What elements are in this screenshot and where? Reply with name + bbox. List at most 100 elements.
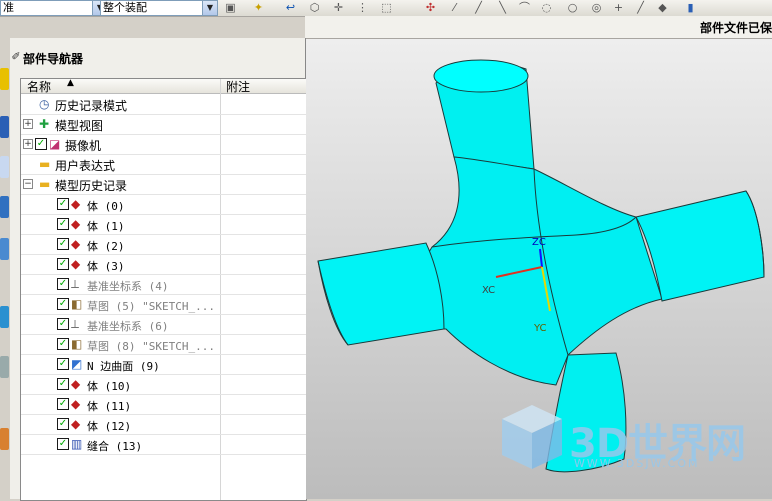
visibility-checkbox[interactable]: ✓ [57, 438, 69, 450]
tree-row-label: 草图 (5) "SKETCH_... [87, 300, 215, 313]
tree-row[interactable]: + ✓ ◪ 摄像机 [21, 134, 306, 155]
resource-tab-assembly[interactable] [0, 68, 9, 90]
line-icon[interactable]: ╱ [472, 1, 485, 14]
sketch-icon[interactable]: ✣ [424, 1, 437, 14]
assembly-scope-dropdown[interactable]: 整个装配 ▼ [100, 0, 218, 16]
line-icon[interactable]: ⁄ [448, 1, 461, 14]
pan-icon[interactable]: ⬡ [308, 1, 321, 14]
tree-row[interactable]: ✓ ◆ 体 (2) [21, 234, 306, 255]
point-icon[interactable]: ⋮ [356, 1, 369, 14]
resource-tab-history[interactable] [0, 196, 9, 218]
top-toolbar: 准 ▼ 整个装配 ▼ ▣ ✦ ↩ ⬡ ✛ ⋮ ⬚ ✣ ⁄ ╱ ╲ ⌒ ◌ ○ ◎… [0, 0, 772, 17]
tree-row[interactable]: + ✚ 模型视图 [21, 114, 306, 135]
visibility-checkbox[interactable]: ✓ [57, 238, 69, 250]
visibility-checkbox[interactable]: ✓ [57, 418, 69, 430]
n-sided-surface-icon: ◩ [71, 357, 83, 371]
visibility-checkbox[interactable]: ✓ [57, 358, 69, 370]
resource-tab-reuse[interactable] [0, 156, 9, 178]
expand-icon[interactable]: + [23, 139, 33, 149]
pin-icon[interactable]: ✐ [10, 50, 22, 63]
panel-title: 部件导航器 [23, 52, 84, 66]
tree-row[interactable]: ✓ ▥ 缝合 (13) [21, 434, 306, 455]
assembly-scope-value: 整个装配 [103, 1, 147, 14]
shade-icon[interactable]: ◆ [656, 1, 669, 14]
snap-icon[interactable]: ✛ [332, 1, 345, 14]
tree-row[interactable]: ▬ 用户表达式 [21, 154, 306, 175]
resource-tab-web[interactable] [0, 238, 9, 260]
tree-row[interactable]: ✓ ◧ 草图 (5) "SKETCH_... [21, 294, 306, 315]
tree-row[interactable]: ✓ ◆ 体 (10) [21, 374, 306, 395]
filter-dropdown[interactable]: 准 ▼ [0, 0, 108, 16]
resource-tab-roles[interactable] [0, 306, 9, 328]
tree-row[interactable]: ✓ ◆ 体 (0) [21, 194, 306, 215]
circle-icon[interactable]: ○ [566, 1, 579, 14]
layer-icon[interactable]: ▣ [224, 1, 237, 14]
arc-icon[interactable]: ╲ [496, 1, 509, 14]
tree-row-label: 体 (2) [87, 240, 125, 253]
visibility-checkbox[interactable]: ✓ [57, 338, 69, 350]
tree-row[interactable]: ✓ ◆ 体 (1) [21, 214, 306, 235]
visibility-checkbox[interactable]: ✓ [57, 378, 69, 390]
circle-icon[interactable]: ◌ [540, 1, 553, 14]
tree-row-label: 摄像机 [65, 139, 102, 153]
body-icon: ◆ [71, 237, 81, 251]
sketch-icon: ◧ [71, 337, 83, 351]
visibility-checkbox[interactable]: ✓ [57, 298, 69, 310]
status-text: 部件文件已保 [699, 21, 772, 35]
tree-row-label: 基准坐标系 (4) [87, 280, 169, 293]
resource-tab-user[interactable] [0, 428, 9, 450]
datum-csys-icon: ⟂ [71, 277, 80, 291]
select-box-icon[interactable]: ⬚ [380, 1, 393, 14]
tree-row[interactable]: ✓ ◧ 草图 (8) "SKETCH_... [21, 334, 306, 355]
body-icon: ◆ [71, 257, 81, 271]
graphics-viewport[interactable]: ZC XC YC 3D世界网 WWW.3DSJW.COM [306, 39, 772, 499]
axis-label-z: ZC [532, 237, 546, 248]
column-header-note[interactable]: 附注 [226, 78, 250, 95]
tree-row-label: 历史记录模式 [55, 99, 128, 113]
sketch-icon: ◧ [71, 297, 83, 311]
visibility-checkbox[interactable]: ✓ [57, 218, 69, 230]
view-icon[interactable]: ✦ [252, 1, 265, 14]
tree-row[interactable]: ◷ 历史记录模式 [21, 94, 306, 115]
tree-row[interactable]: ✓ ◆ 体 (12) [21, 414, 306, 435]
tree-row-label: 草图 (8) "SKETCH_... [87, 340, 215, 353]
visibility-checkbox[interactable]: ✓ [57, 318, 69, 330]
tree-row[interactable]: ✓ ◆ 体 (3) [21, 254, 306, 275]
tree-row-label: N 边曲面 (9) [87, 360, 160, 373]
folder-open-icon: ▬ [39, 177, 51, 191]
plus-icon[interactable]: + [612, 1, 625, 14]
tree-row[interactable]: ✓ ◩ N 边曲面 (9) [21, 354, 306, 375]
tree-row-label: 缝合 (13) [87, 440, 143, 453]
tree-row[interactable]: ✓ ⟂ 基准坐标系 (4) [21, 274, 306, 295]
folder-icon: ▬ [39, 157, 51, 171]
undo-icon[interactable]: ↩ [284, 1, 297, 14]
tangent-icon[interactable]: ╱ [634, 1, 647, 14]
column-header-name[interactable]: 名称 [27, 78, 51, 95]
tree-row-label: 体 (11) [87, 400, 132, 413]
visibility-checkbox[interactable]: ✓ [57, 398, 69, 410]
expand-icon[interactable]: + [23, 119, 33, 129]
help-icon[interactable]: ▮ [684, 1, 697, 14]
visibility-checkbox[interactable]: ✓ [35, 138, 47, 150]
point-icon[interactable]: ◎ [590, 1, 603, 14]
datum-csys-icon: ⟂ [71, 317, 80, 331]
resource-tab-part-navigator[interactable] [0, 116, 9, 138]
collapse-icon[interactable]: − [23, 179, 33, 189]
tree-row-label: 模型视图 [55, 119, 104, 133]
resource-tab-system[interactable] [0, 356, 9, 378]
model-view-icon: ✚ [39, 117, 50, 131]
chevron-down-icon[interactable]: ▼ [202, 1, 217, 15]
visibility-checkbox[interactable]: ✓ [57, 198, 69, 210]
visibility-checkbox[interactable]: ✓ [57, 258, 69, 270]
arc-icon[interactable]: ⌒ [518, 1, 531, 14]
tree-row[interactable]: ✓ ◆ 体 (11) [21, 394, 306, 415]
tree-row[interactable]: ✓ ⟂ 基准坐标系 (6) [21, 314, 306, 335]
visibility-checkbox[interactable]: ✓ [57, 278, 69, 290]
camera-icon: ◪ [49, 137, 61, 151]
body-icon: ◆ [71, 397, 81, 411]
sort-ascending-icon[interactable]: ▲ [67, 78, 74, 88]
navigator-tree: 名称 ▲ 附注 ◷ 历史记录模式 + ✚ 模型视图 + ✓ ◪ 摄像机 ▬ 用户表达式 − ▬ 模型历史记… [20, 78, 307, 501]
tree-header: 名称 ▲ 附注 [21, 78, 306, 95]
tree-row[interactable]: − ▬ 模型历史记录 [21, 174, 306, 195]
tree-row-label: 体 (12) [87, 420, 132, 433]
